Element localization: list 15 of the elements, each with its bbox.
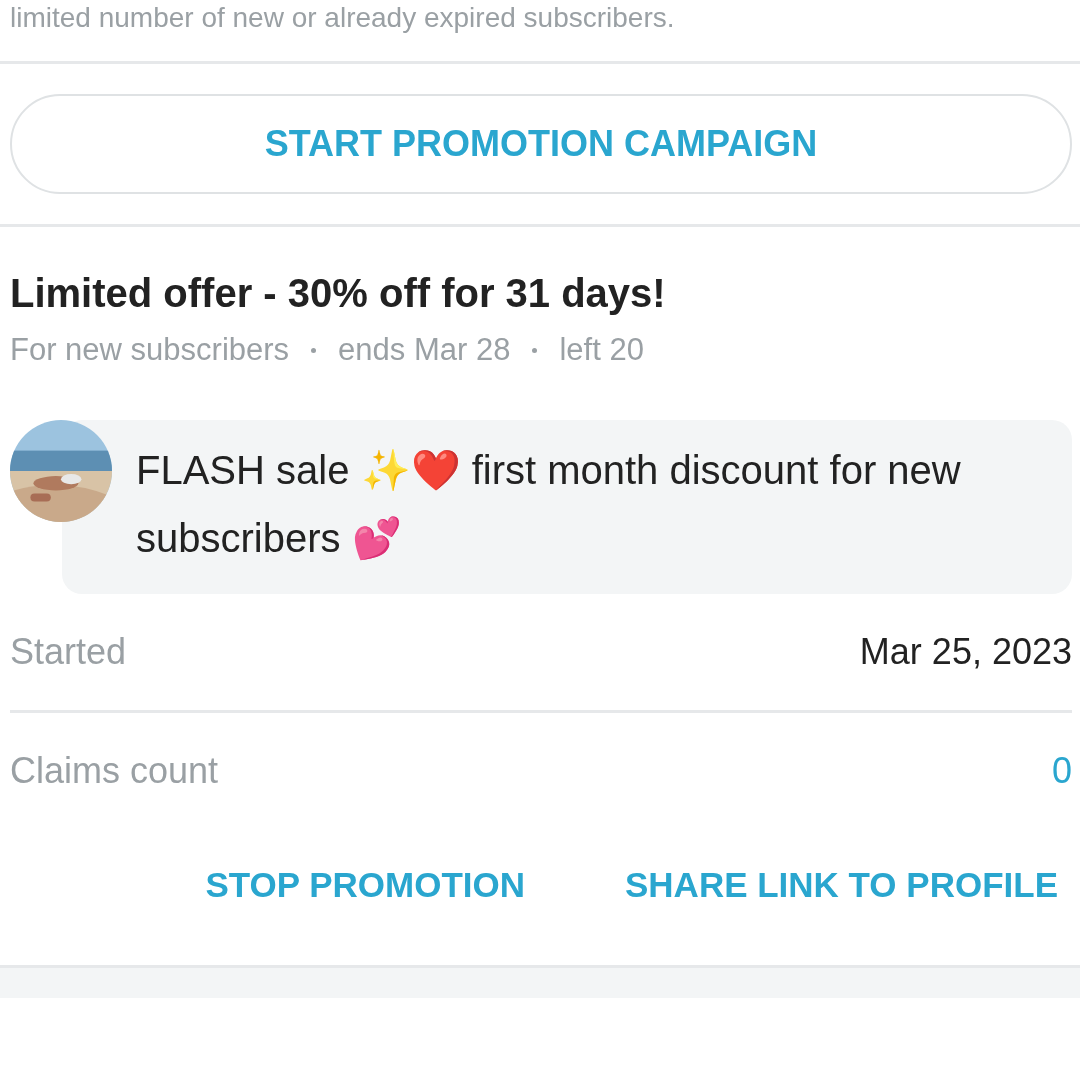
separator-dot (311, 347, 317, 353)
action-button[interactable]: SHARE LINK TO PROFILE (625, 859, 1058, 911)
row-label: Started (10, 631, 127, 673)
promotion-meta: left 20 (559, 332, 644, 368)
row-label: Claims count (10, 750, 219, 792)
description-text: limited number of new or already expired subscribers. (9, 1, 676, 35)
separator-dot (532, 347, 538, 353)
row-value: Mar 25, 2023 (859, 631, 1072, 673)
message-text: FLASH sale ✨❤ first month discount for new subscribers 💕 (136, 447, 962, 562)
promotion-title: Limited offer - 30% off for 31 days! (10, 271, 667, 316)
row-value[interactable]: 0 (1051, 750, 1072, 792)
promotion-meta: For new subscribers (10, 332, 290, 368)
action-button[interactable]: STOP PROMOTION (205, 859, 525, 911)
start-campaign-button[interactable]: START PROMOTION CAMPAIGN (10, 94, 1072, 194)
promotion-meta: ends Mar 28 (338, 332, 511, 368)
